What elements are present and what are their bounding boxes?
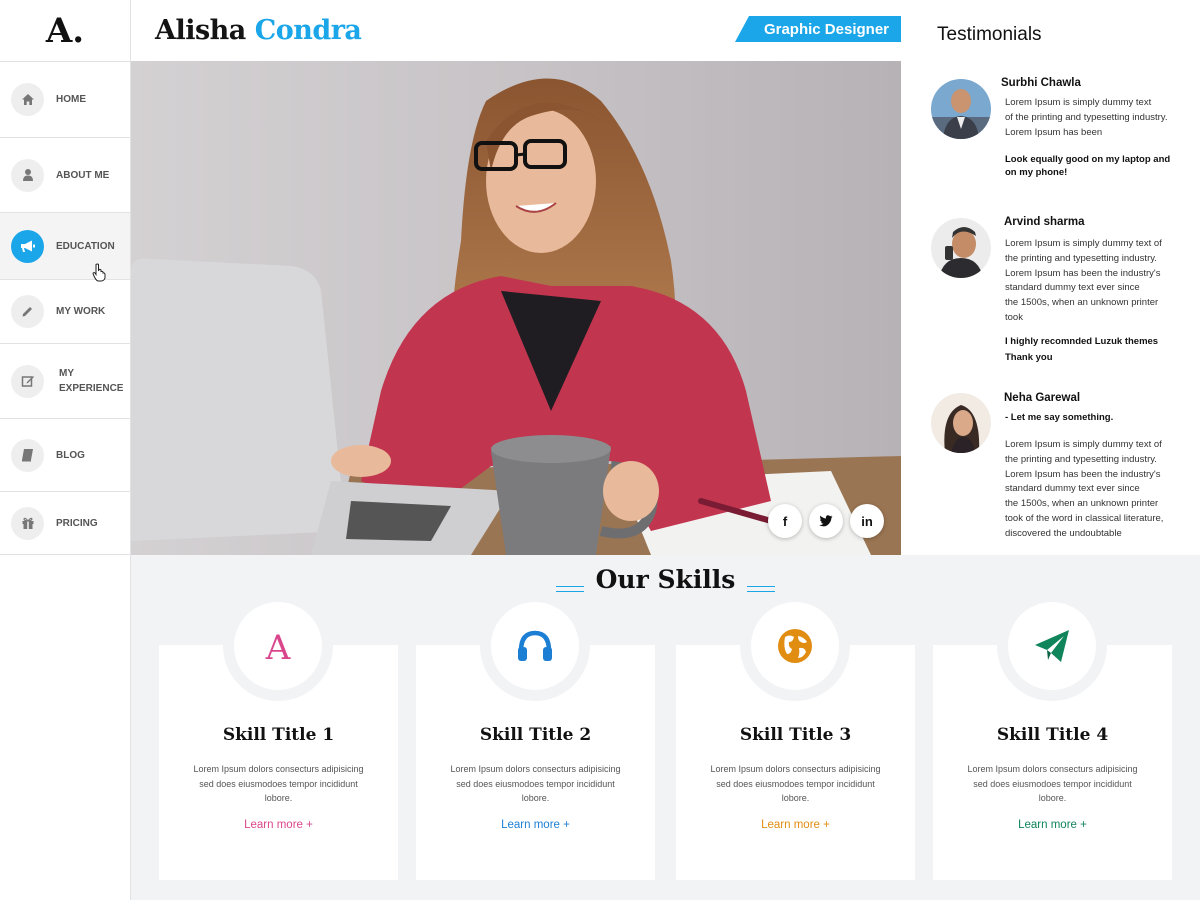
- skill-description: Lorem Ipsum dolors consecturs adipisicin…: [193, 764, 364, 803]
- letter-a-icon: A: [265, 629, 291, 663]
- nav-item-pricing[interactable]: PRICING: [0, 492, 130, 555]
- edit-icon: [11, 364, 44, 398]
- svg-text:A: A: [265, 629, 291, 663]
- hand-pointer-icon: [92, 263, 106, 287]
- nav-item-about-me[interactable]: ABOUT ME: [0, 138, 130, 213]
- pencil-icon: [11, 295, 44, 328]
- nav-item-my-experience[interactable]: MY EXPERIENCE: [0, 344, 130, 419]
- learn-more-link[interactable]: Learn more +: [676, 819, 915, 831]
- nav-item-my-work[interactable]: MY WORK: [0, 280, 130, 344]
- learn-more-link[interactable]: Learn more +: [933, 819, 1172, 831]
- testimonial-name: Neha Garewal: [1004, 392, 1081, 404]
- profile-name: Alisha Condra: [155, 15, 362, 46]
- twitter-icon: [819, 515, 833, 527]
- skill-title: Skill Title 4: [996, 725, 1109, 745]
- nav-label: HOME: [56, 94, 86, 105]
- twitter-button[interactable]: [809, 504, 843, 538]
- megaphone-icon: [11, 229, 44, 263]
- hero-photo: [131, 61, 901, 555]
- book-icon: [11, 438, 44, 472]
- nav-label-line1: MY: [59, 368, 74, 379]
- gift-icon: [11, 506, 44, 540]
- testimonial-name: Surbhi Chawla: [1001, 77, 1081, 89]
- nav-label: BLOG: [56, 449, 85, 461]
- testimonial-quote: Look equally good on my laptop and on my…: [1005, 154, 1171, 178]
- user-icon: [11, 158, 44, 192]
- globe-icon: [778, 629, 812, 663]
- avatar: [931, 79, 991, 139]
- linkedin-icon: in: [861, 513, 873, 529]
- skills-section: Our Skills A Skill Title 1 Lorem Ipsum d…: [131, 555, 1200, 900]
- skill-description: Lorem Ipsum dolors consecturs adipisicin…: [710, 764, 881, 803]
- last-name: Condra: [254, 15, 362, 46]
- testimonial-text: Lorem Ipsum is simply dummy text of the …: [1005, 238, 1162, 323]
- nav-item-home[interactable]: HOME: [0, 62, 130, 138]
- avatar: [931, 218, 991, 278]
- testimonial-text: Lorem Ipsum is simply dummy text of the …: [1005, 439, 1164, 539]
- skill-card: A Skill Title 1 Lorem Ipsum dolors conse…: [159, 591, 398, 880]
- facebook-button[interactable]: f: [768, 504, 802, 538]
- headphones-icon: [518, 630, 552, 661]
- testimonial-quote: I highly recomnded Luzuk themes Thank yo…: [1005, 336, 1159, 363]
- hero-image: [131, 61, 901, 555]
- testimonial-quote: - Let me say something.: [1005, 412, 1114, 423]
- testimonial-text: Lorem Ipsum is simply dummy text of the …: [1005, 97, 1168, 138]
- nav-label: MY EXPERIENCE: [59, 366, 123, 396]
- nav-label: ABOUT ME: [56, 169, 110, 181]
- skill-icon-circle: [480, 591, 590, 701]
- skill-title: Skill Title 1: [222, 725, 335, 745]
- nav-item-education[interactable]: EDUCATION: [0, 213, 130, 280]
- nav-label: MY WORK: [56, 306, 106, 317]
- skill-description: Lorem Ipsum dolors consecturs adipisicin…: [450, 764, 621, 803]
- role-badge: Graphic Designer: [735, 16, 901, 42]
- nav-label-line2: EXPERIENCE: [59, 383, 124, 394]
- skill-card: Skill Title 2 Lorem Ipsum dolors consect…: [416, 591, 655, 880]
- testimonial-name: Arvind sharma: [1004, 216, 1085, 228]
- linkedin-button[interactable]: in: [850, 504, 884, 538]
- site-logo[interactable]: A.: [0, 0, 130, 62]
- testimonials-title: Testimonials: [937, 24, 1042, 45]
- nav-label: EDUCATION: [56, 240, 115, 252]
- learn-more-link[interactable]: Learn more +: [159, 819, 398, 831]
- home-icon: [11, 83, 44, 116]
- title-decoration-right: [747, 586, 775, 592]
- avatar: [931, 393, 991, 453]
- skills-title: Our Skills: [595, 565, 736, 594]
- skill-description: Lorem Ipsum dolors consecturs adipisicin…: [967, 764, 1138, 803]
- facebook-icon: f: [782, 513, 788, 529]
- skill-icon-circle: [997, 591, 1107, 701]
- skill-title: Skill Title 3: [739, 725, 852, 745]
- first-name: Alisha: [155, 15, 246, 46]
- paper-plane-icon: [1035, 630, 1069, 662]
- skill-icon-circle: A: [223, 591, 333, 701]
- nav-label: PRICING: [56, 517, 98, 529]
- sidebar: A. HOME ABOUT ME EDUCATION MY WORK MY EX…: [0, 0, 131, 900]
- skill-card: Skill Title 4 Lorem Ipsum dolors consect…: [933, 591, 1172, 880]
- skill-icon-circle: [740, 591, 850, 701]
- skill-title: Skill Title 2: [479, 725, 592, 745]
- learn-more-link[interactable]: Learn more +: [416, 819, 655, 831]
- skill-card: Skill Title 3 Lorem Ipsum dolors consect…: [676, 591, 915, 880]
- nav-item-blog[interactable]: BLOG: [0, 419, 130, 492]
